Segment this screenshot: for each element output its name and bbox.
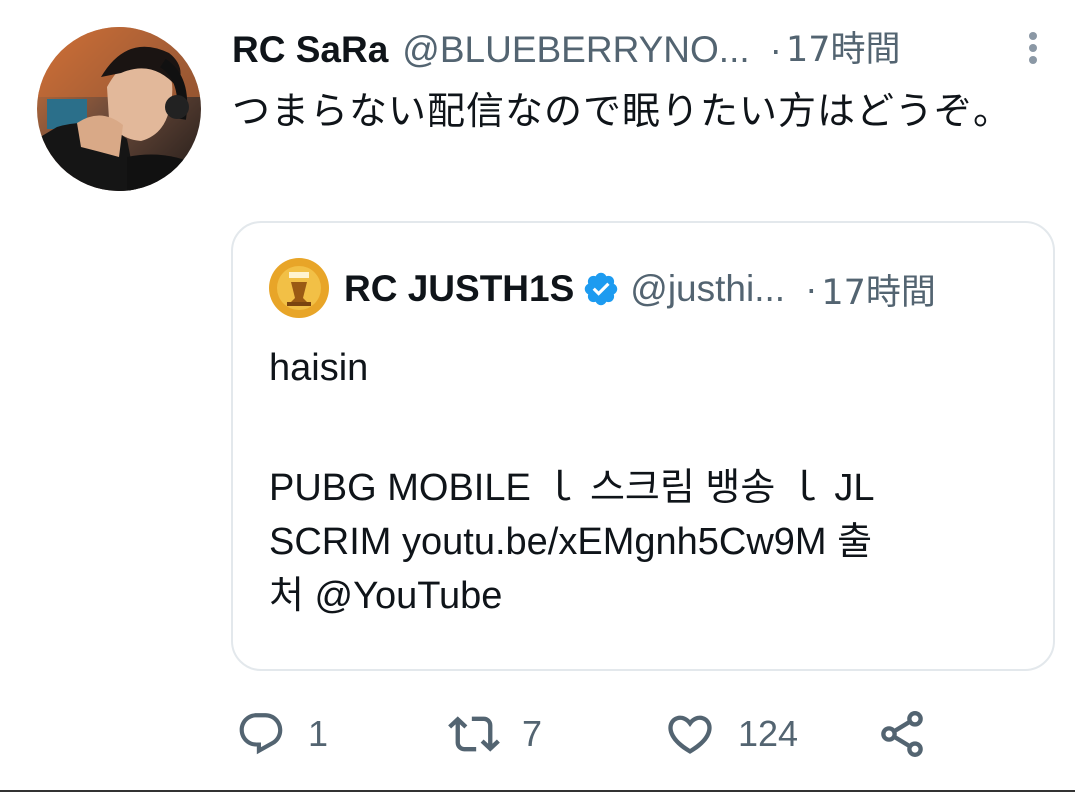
quoted-display-name: RC JUSTH1S <box>344 268 575 309</box>
tweet-header: RC SaRa @BLUEBERRYNO... · 17時間 <box>232 24 901 76</box>
quoted-handle: @justhi... <box>630 268 786 309</box>
quoted-text-line: haisin <box>269 347 369 389</box>
quoted-tweet-card[interactable]: RC JUSTH1S @justhi... · 17時間 haisin PUBG… <box>231 221 1055 671</box>
quoted-text-line: PUBG MOBILE ｌ 스크림 뱅송 ｌ JL <box>269 467 875 509</box>
quoted-separator: · <box>805 268 818 309</box>
like-count: 124 <box>738 713 799 754</box>
avatar-logo <box>269 258 329 318</box>
quoted-header: RC JUSTH1S @justhi... · 17時間 <box>344 263 936 315</box>
header-separator: · <box>769 29 782 70</box>
verified-badge-icon <box>582 270 620 308</box>
more-vertical-icon <box>1029 32 1037 64</box>
retweet-icon <box>448 716 500 752</box>
reply-button[interactable]: 1 <box>236 706 328 762</box>
author-handle[interactable]: @BLUEBERRYNO... <box>402 24 749 76</box>
quoted-text: haisin PUBG MOBILE ｌ 스크림 뱅송 ｌ JL SCRIM y… <box>269 341 1009 623</box>
divider <box>0 790 1075 792</box>
retweet-button[interactable]: 7 <box>448 706 542 762</box>
quoted-author-avatar <box>269 258 329 318</box>
quoted-timestamp: 17時間 <box>821 272 936 313</box>
quoted-text-line: SCRIM youtu.be/xEMgnh5Cw9M 출 <box>269 521 873 563</box>
share-icon <box>881 711 923 757</box>
tweet-text: つまらない配信なので眠りたい方はどうぞ。 <box>232 89 1013 133</box>
heart-icon <box>668 715 712 754</box>
share-button[interactable] <box>876 706 928 762</box>
like-button[interactable]: 124 <box>664 706 798 762</box>
author-display-name[interactable]: RC SaRa <box>232 24 388 76</box>
more-options-button[interactable] <box>1018 28 1048 68</box>
reply-icon <box>239 713 283 755</box>
author-avatar[interactable] <box>37 27 201 191</box>
quoted-text-line: 처 @YouTube <box>269 575 503 617</box>
tweet-actions-bar: 1 7 124 <box>236 706 1056 762</box>
reply-count: 1 <box>308 713 329 754</box>
retweet-count: 7 <box>522 713 543 754</box>
tweet-timestamp[interactable]: 17時間 <box>786 24 901 76</box>
avatar-photo <box>37 27 201 191</box>
